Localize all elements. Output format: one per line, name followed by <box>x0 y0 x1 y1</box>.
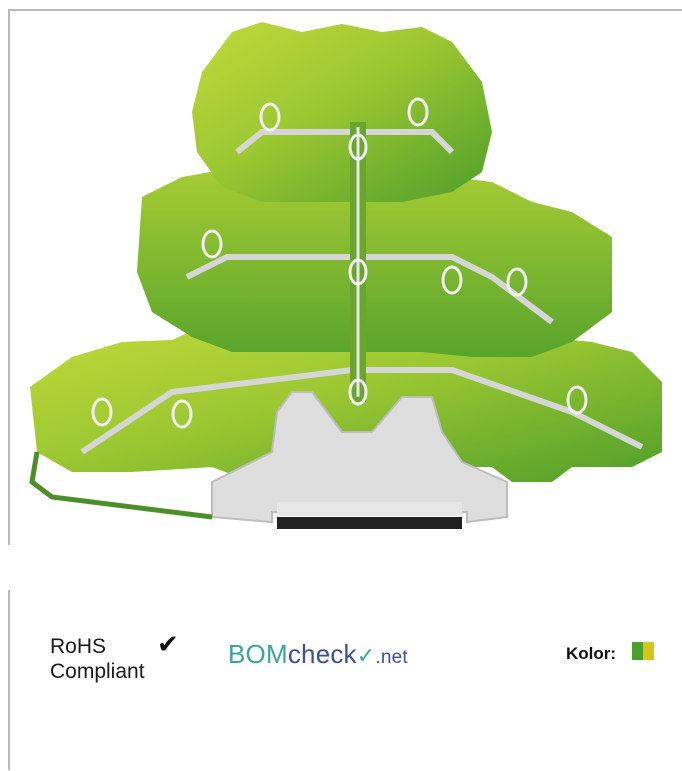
frame-border-left-lower <box>8 590 10 770</box>
color-swatch-yellow <box>643 642 654 660</box>
rohs-line1: RoHS <box>50 635 107 658</box>
frame-border-top <box>8 9 682 11</box>
color-swatch-green <box>632 642 643 660</box>
rohs-compliant-label: RoHS Compliant <box>50 634 145 684</box>
frame-border-left <box>8 9 10 545</box>
rohs-line2: Compliant <box>50 660 145 683</box>
bomcheck-part2: check <box>287 639 357 669</box>
color-label: Kolor: <box>566 644 617 663</box>
bomcheck-logo[interactable]: BOMcheck✓.net <box>228 641 408 671</box>
bomcheck-part1: BOM <box>228 639 288 669</box>
bomcheck-tick-icon: ✓ <box>356 643 376 668</box>
bomcheck-part3: .net <box>375 647 408 668</box>
product-image <box>29 22 662 529</box>
color-swatch <box>632 642 654 660</box>
checkmark-icon: ✔ <box>157 630 179 660</box>
